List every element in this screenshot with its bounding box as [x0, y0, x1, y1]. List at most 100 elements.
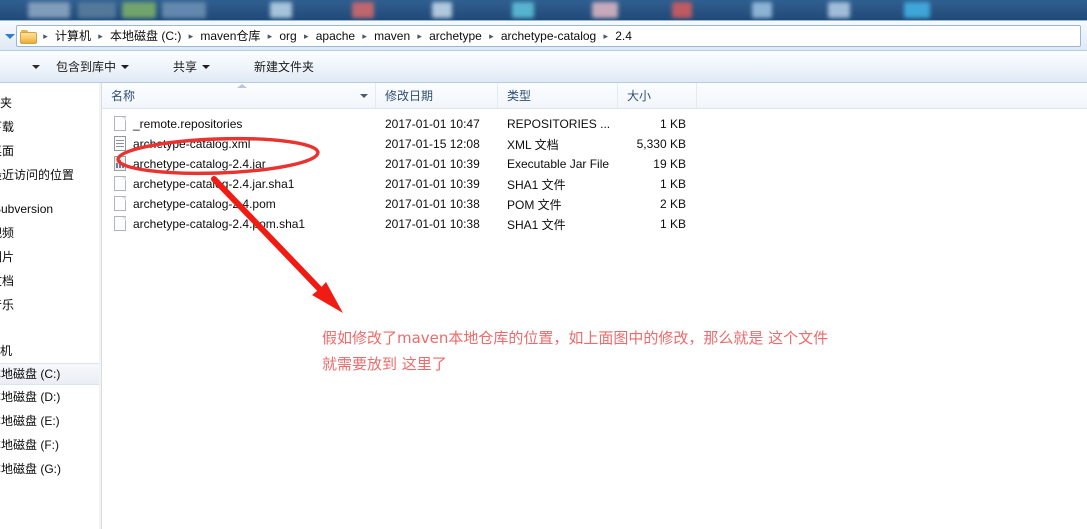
sidebar-item-downloads[interactable]: 下载 — [0, 115, 101, 139]
table-row[interactable]: archetype-catalog-2.4.jar.sha1 2017-01-0… — [102, 174, 1087, 194]
table-row[interactable]: archetype-catalog-2.4.pom.sha1 2017-01-0… — [102, 214, 1087, 234]
table-row[interactable]: _remote.repositories 2017-01-01 10:47 RE… — [102, 114, 1087, 134]
column-header-date-modified[interactable]: 修改日期 — [376, 83, 498, 108]
sidebar-item-computer[interactable]: 算机 — [0, 339, 101, 363]
breadcrumb[interactable]: ▸ 计算机 ▸ 本地磁盘 (C:) ▸ maven仓库 ▸ org ▸ apac… — [16, 24, 1081, 47]
file-date-cell: 2017-01-15 12:08 — [385, 137, 480, 151]
document-file-icon — [114, 196, 127, 212]
file-name-cell[interactable]: archetype-catalog-2.4.pom.sha1 — [102, 216, 376, 232]
file-size-cell: 5,330 KB — [636, 137, 686, 151]
breadcrumb-separator: ▸ — [267, 30, 273, 41]
sidebar-item-documents[interactable]: 文档 — [0, 269, 101, 293]
sidebar-item-subversion[interactable]: Subversion — [0, 197, 101, 221]
document-file-icon — [114, 216, 127, 232]
file-rows: _remote.repositories 2017-01-01 10:47 RE… — [102, 109, 1087, 234]
share-with-button[interactable]: 共享 — [163, 54, 220, 79]
column-header-label: 修改日期 — [385, 89, 434, 103]
file-name-cell[interactable]: _remote.repositories — [102, 116, 376, 132]
breadcrumb-separator: ▸ — [417, 30, 422, 41]
taskbar-icon[interactable] — [512, 2, 534, 18]
taskbar-icon[interactable] — [122, 2, 156, 18]
column-header-name[interactable]: 名称 — [102, 83, 376, 108]
sidebar-item-label: 本地磁盘 (C:) — [0, 367, 61, 381]
file-name-cell[interactable]: archetype-catalog-2.4.pom — [102, 196, 376, 212]
file-date-cell: 2017-01-01 10:38 — [385, 217, 480, 231]
sidebar-item-videos[interactable]: 视频 — [0, 221, 101, 245]
sidebar-item-favorites[interactable]: 藏夹 — [0, 91, 101, 115]
sidebar-item-label: 藏夹 — [0, 96, 13, 110]
file-name-cell[interactable]: archetype-catalog.xml — [102, 136, 376, 152]
file-date-cell: 2017-01-01 10:38 — [385, 197, 480, 211]
breadcrumb-separator: ▸ — [98, 30, 103, 41]
sidebar-item-local-disk-g[interactable]: 本地磁盘 (G:) — [0, 457, 101, 481]
breadcrumb-separator: ▸ — [362, 30, 367, 41]
taskbar-icon[interactable] — [904, 2, 930, 18]
file-size-cell: 19 KB — [653, 157, 686, 171]
table-row[interactable]: archetype-catalog-2.4.jar 2017-01-01 10:… — [102, 154, 1087, 174]
include-in-library-button[interactable]: 包含到库中 — [46, 54, 139, 79]
sidebar-item-local-disk-f[interactable]: 本地磁盘 (F:) — [0, 433, 101, 457]
sidebar-item-label: 下载 — [0, 120, 15, 134]
sidebar-item-label: 本地磁盘 (E:) — [0, 414, 60, 428]
new-folder-button[interactable]: 新建文件夹 — [244, 54, 324, 79]
sidebar-item-recent-places[interactable]: 最近访问的位置 — [0, 163, 101, 187]
recent-locations-chevron-icon[interactable] — [4, 29, 16, 43]
taskbar-icon[interactable] — [592, 2, 618, 18]
file-type-cell: REPOSITORIES ... — [507, 117, 611, 131]
desktop-taskbar-strip — [0, 0, 1087, 20]
column-header-type[interactable]: 类型 — [498, 83, 618, 108]
file-name-cell[interactable]: archetype-catalog-2.4.jar.sha1 — [102, 176, 376, 192]
sidebar-item-music[interactable]: 音乐 — [0, 293, 101, 317]
breadcrumb-item-archetype-catalog[interactable]: archetype-catalog — [498, 26, 599, 46]
explorer-screenshot: ▸ 计算机 ▸ 本地磁盘 (C:) ▸ maven仓库 ▸ org ▸ apac… — [0, 0, 1087, 529]
taskbar-icon[interactable] — [672, 2, 692, 18]
file-size-cell: 1 KB — [659, 177, 686, 191]
taskbar-icon[interactable] — [162, 2, 206, 18]
sidebar-item-local-disk-d[interactable]: 本地磁盘 (D:) — [0, 385, 101, 409]
file-size-cell: 2 KB — [659, 197, 686, 211]
file-name-cell[interactable]: archetype-catalog-2.4.jar — [102, 156, 376, 172]
taskbar-icon[interactable] — [828, 2, 850, 18]
sidebar-item-label: 视频 — [0, 226, 15, 240]
taskbar-icon[interactable] — [78, 2, 116, 18]
taskbar-icon[interactable] — [432, 2, 452, 18]
sidebar-scrollbar[interactable] — [99, 83, 101, 529]
breadcrumb-item-archetype[interactable]: archetype — [426, 26, 485, 46]
file-date-cell: 2017-01-01 10:47 — [385, 117, 480, 131]
breadcrumb-item-local-disk-c[interactable]: 本地磁盘 (C:) — [107, 26, 184, 46]
column-header-filler — [697, 83, 1087, 108]
breadcrumb-item-maven-repo[interactable]: maven仓库 — [197, 26, 263, 46]
sidebar-item-local-disk-e[interactable]: 本地磁盘 (E:) — [0, 409, 101, 433]
file-name-label: _remote.repositories — [133, 117, 243, 131]
column-header-row: 名称 修改日期 类型 大小 — [102, 83, 1087, 109]
breadcrumb-separator: ▸ — [188, 30, 194, 41]
column-header-label: 名称 — [111, 89, 136, 103]
chevron-down-icon[interactable] — [360, 94, 368, 98]
sidebar-item-pictures[interactable]: 图片 — [0, 245, 101, 269]
sidebar-item-label: 最近访问的位置 — [0, 168, 75, 182]
organize-button[interactable] — [0, 51, 46, 82]
taskbar-icon[interactable] — [28, 2, 70, 18]
forward-arrow-icon[interactable] — [0, 29, 3, 42]
explorer-body: 藏夹 下载 桌面 最近访问的位置 Subversion 视频 — [0, 83, 1087, 529]
taskbar-icon[interactable] — [752, 2, 772, 18]
file-name-label: archetype-catalog-2.4.jar.sha1 — [133, 177, 295, 191]
table-row[interactable]: archetype-catalog.xml 2017-01-15 12:08 X… — [102, 134, 1087, 154]
breadcrumb-item-org[interactable]: org — [276, 26, 299, 46]
new-folder-label: 新建文件夹 — [254, 60, 315, 74]
taskbar-icon[interactable] — [352, 2, 374, 18]
breadcrumb-item-apache[interactable]: apache — [313, 26, 358, 46]
table-row[interactable]: archetype-catalog-2.4.pom 2017-01-01 10:… — [102, 194, 1087, 214]
breadcrumb-item-computer[interactable]: 计算机 — [52, 26, 94, 46]
file-name-label: archetype-catalog-2.4.jar — [133, 157, 266, 171]
taskbar-icon[interactable] — [270, 2, 292, 18]
column-header-size[interactable]: 大小 — [618, 83, 697, 108]
breadcrumb-item-maven[interactable]: maven — [371, 26, 413, 46]
jar-file-icon — [114, 156, 127, 172]
breadcrumb-item-version[interactable]: 2.4 — [612, 26, 635, 46]
sidebar-item-local-disk-c[interactable]: 本地磁盘 (C:) — [0, 363, 101, 385]
breadcrumb-separator: ▸ — [489, 30, 494, 41]
sidebar-item-desktop[interactable]: 桌面 — [0, 139, 101, 163]
